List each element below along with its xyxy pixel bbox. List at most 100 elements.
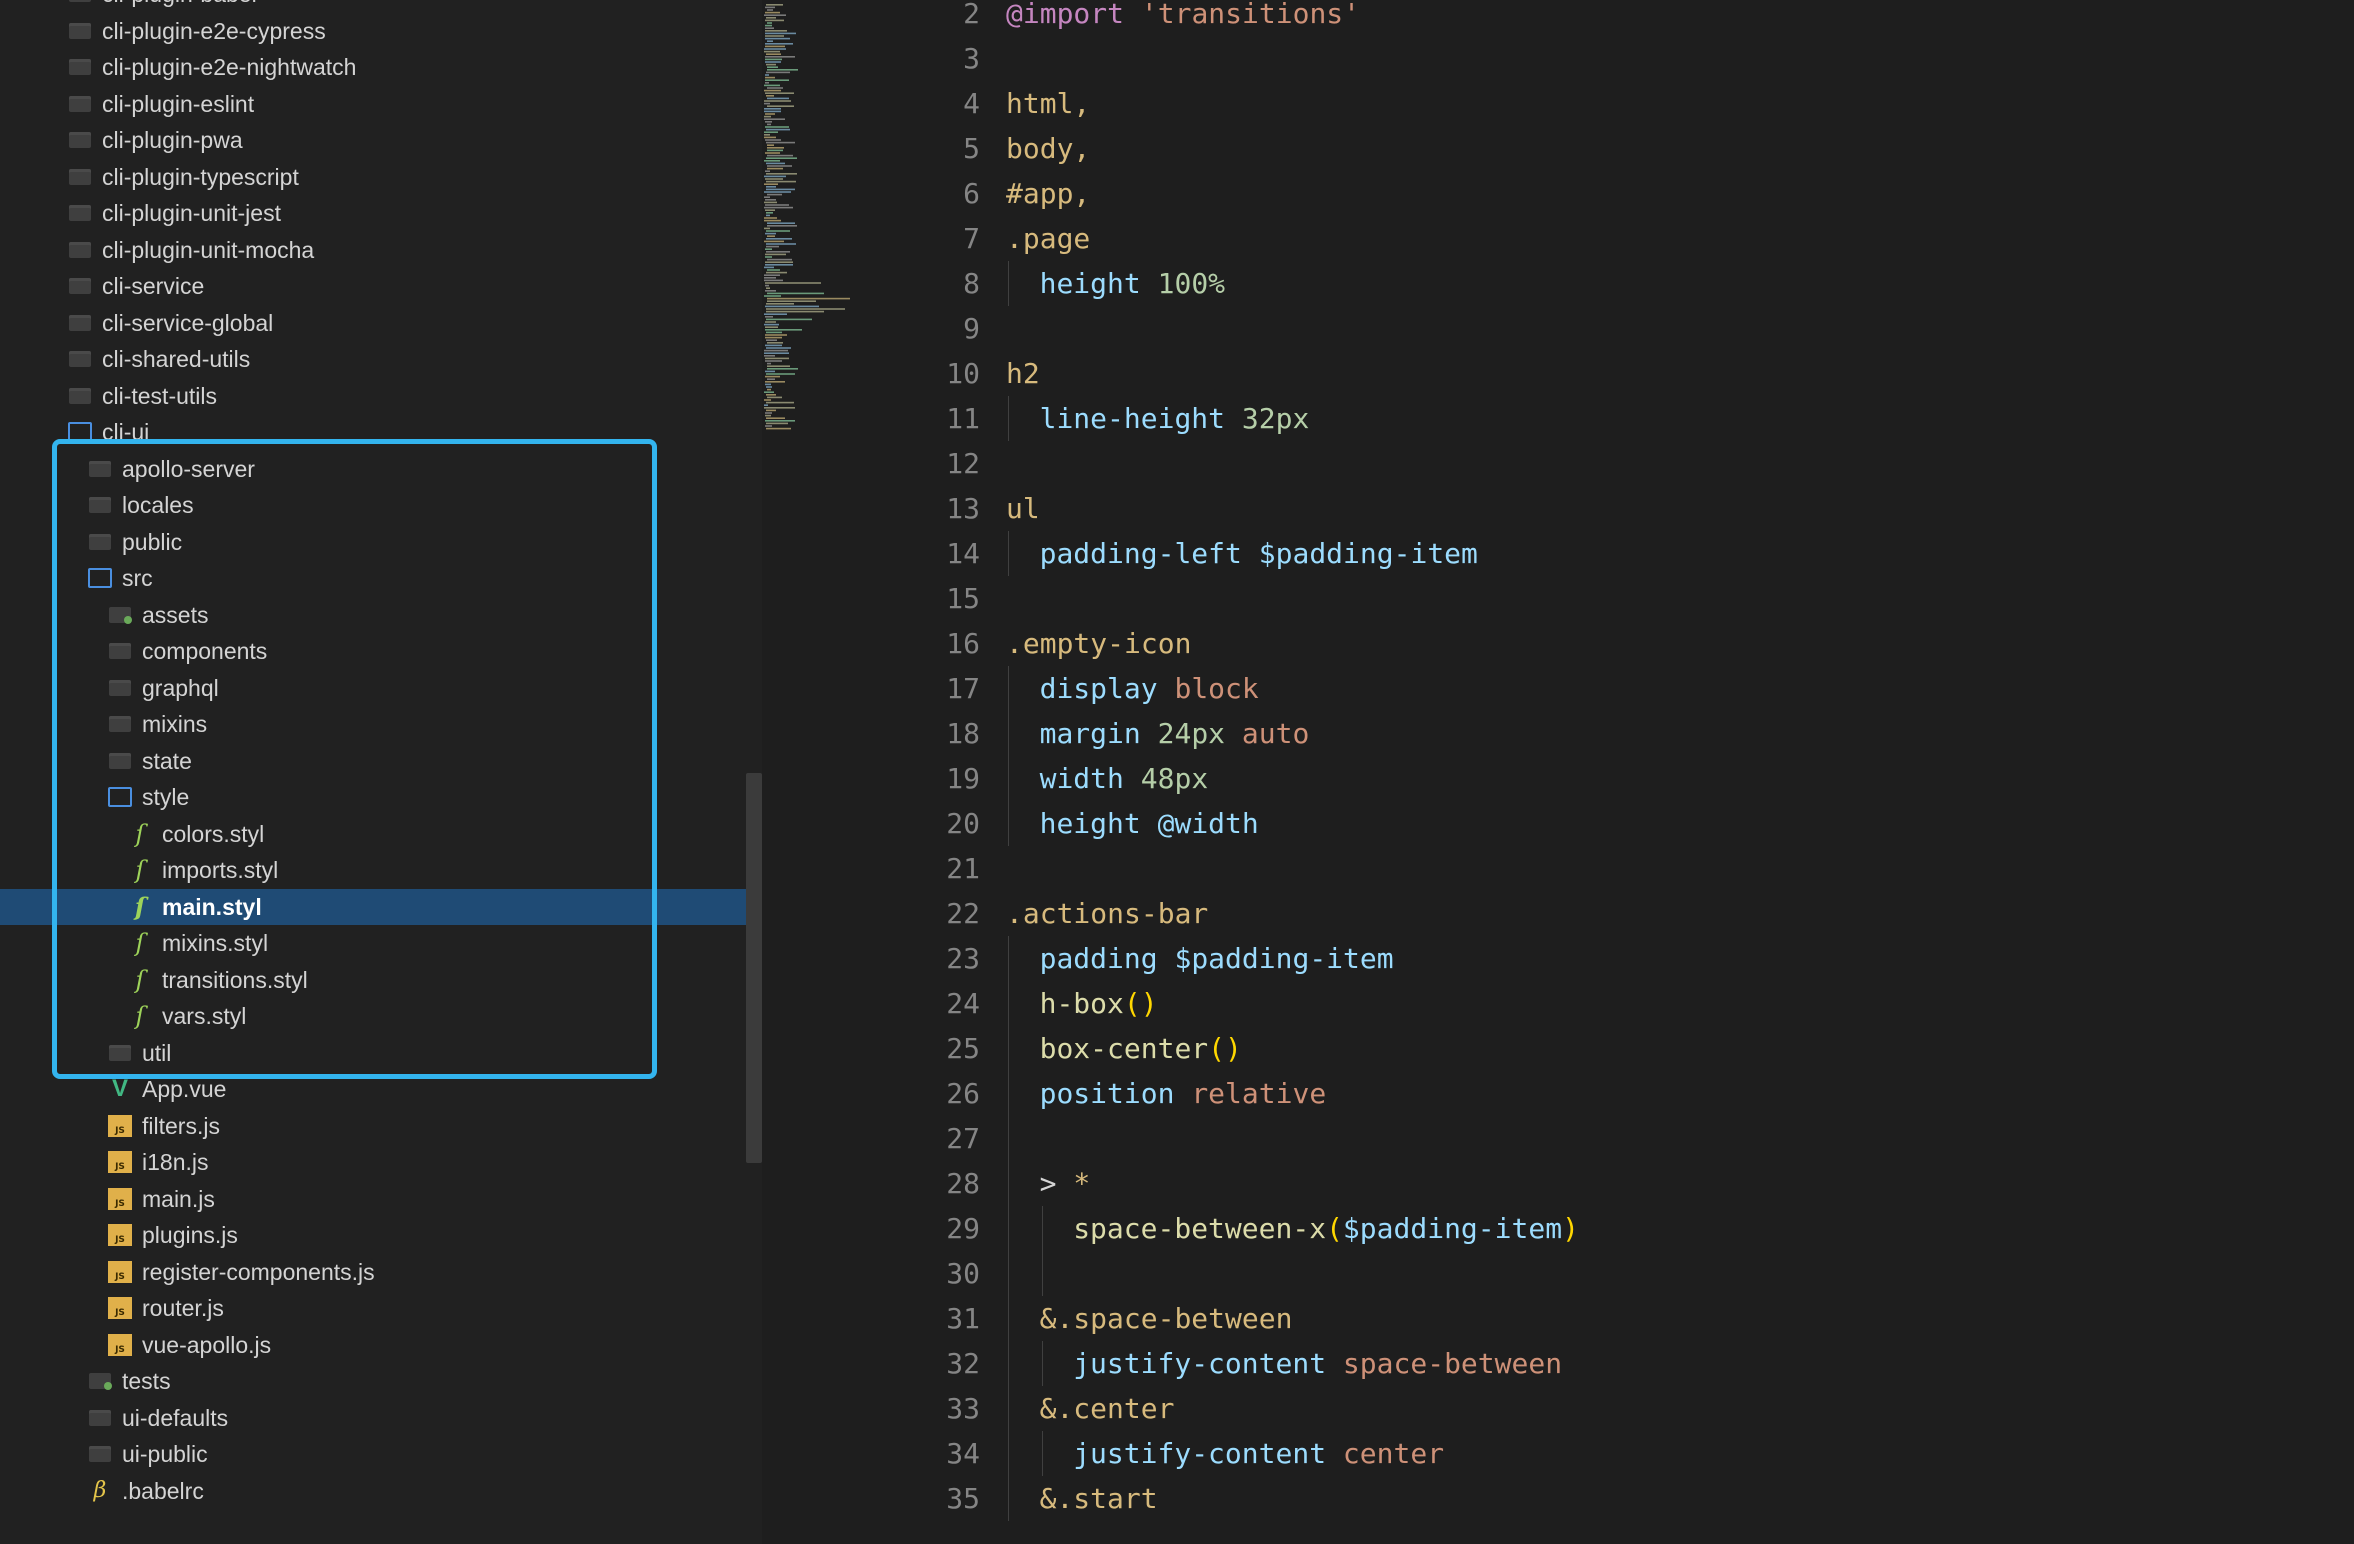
code-token: 32px xyxy=(1241,402,1310,435)
code-line[interactable]: padding-left $padding-item xyxy=(1006,531,2354,576)
tree-item[interactable]: JS filters.js xyxy=(0,1108,762,1145)
sidebar-scrollbar[interactable] xyxy=(746,773,762,1163)
code-token: @width xyxy=(1157,807,1259,840)
tree-item[interactable]: mixins xyxy=(0,706,762,743)
minimap-line xyxy=(766,230,790,232)
code-line[interactable]: > * xyxy=(1006,1161,2354,1206)
js-file-icon: JS xyxy=(108,1333,132,1356)
js-file-icon: JS xyxy=(108,1224,132,1247)
code-line[interactable]: &.start xyxy=(1006,1476,2354,1521)
code-line[interactable]: space-between-x($padding-item) xyxy=(1006,1206,2354,1251)
code-line[interactable]: justify-content space-between xyxy=(1006,1341,2354,1386)
indent-guide xyxy=(1008,981,1009,1026)
minimap-line xyxy=(766,157,797,159)
code-editor[interactable]: 2 3 4 5 6 7 8 9 10 11 12 13 14 15 16 17 18 19 20 21 22 23 24 25… xyxy=(880,0,2354,1544)
code-line[interactable] xyxy=(1006,36,2354,81)
tree-item-label: cli-plugin-unit-jest xyxy=(102,200,281,227)
tree-item-label: components xyxy=(142,638,268,665)
tree-item[interactable]: assets xyxy=(0,597,762,634)
tree-item[interactable]: cli-test-utils xyxy=(0,378,762,415)
code-line[interactable]: height 100% xyxy=(1006,261,2354,306)
tree-item[interactable]: ſ colors.styl xyxy=(0,816,762,853)
code-line[interactable] xyxy=(1006,306,2354,351)
tree-item[interactable]: locales xyxy=(0,487,762,524)
tree-item[interactable]: util xyxy=(0,1035,762,1072)
tree-item[interactable]: cli-plugin-babel xyxy=(0,0,762,13)
code-line[interactable]: .empty-icon xyxy=(1006,621,2354,666)
code-line[interactable]: height @width xyxy=(1006,801,2354,846)
tree-item[interactable]: cli-ui xyxy=(0,414,762,451)
code-line[interactable]: width 48px xyxy=(1006,756,2354,801)
tree-item[interactable]: src xyxy=(0,560,762,597)
tree-item[interactable]: public xyxy=(0,524,762,561)
file-explorer-sidebar[interactable]: cli-plugin-babel cli-plugin-e2e-cypress cl… xyxy=(0,0,762,1544)
code-line[interactable]: line-height 32px xyxy=(1006,396,2354,441)
tree-item[interactable]: β .babelrc xyxy=(0,1473,762,1510)
minimap[interactable] xyxy=(762,0,880,1544)
tree-item[interactable]: components xyxy=(0,633,762,670)
minimap-line xyxy=(764,323,779,326)
tree-item[interactable]: ſ imports.styl xyxy=(0,852,762,889)
code-token: > xyxy=(1039,1167,1074,1200)
code-line[interactable]: &.space-between xyxy=(1006,1296,2354,1341)
tree-item[interactable]: V App.vue xyxy=(0,1071,762,1108)
code-line[interactable]: justify-content center xyxy=(1006,1431,2354,1476)
tree-item[interactable]: cli-plugin-e2e-nightwatch xyxy=(0,49,762,86)
minimap-line xyxy=(767,105,794,107)
tree-item[interactable]: JS vue-apollo.js xyxy=(0,1327,762,1364)
tree-item[interactable]: ſ transitions.styl xyxy=(0,962,762,999)
code-line[interactable]: @import 'transitions' xyxy=(1006,0,2354,36)
code-line[interactable] xyxy=(1006,1116,2354,1161)
code-line[interactable]: .page xyxy=(1006,216,2354,261)
tree-item[interactable]: ui-defaults xyxy=(0,1400,762,1437)
tree-item[interactable]: cli-plugin-e2e-cypress xyxy=(0,13,762,50)
tree-item[interactable]: graphql xyxy=(0,670,762,707)
tree-item[interactable]: cli-plugin-pwa xyxy=(0,122,762,159)
tree-item[interactable]: ſ vars.styl xyxy=(0,998,762,1035)
code-line[interactable]: .actions-bar xyxy=(1006,891,2354,936)
code-line[interactable]: margin 24px auto xyxy=(1006,711,2354,756)
tree-item[interactable]: JS plugins.js xyxy=(0,1217,762,1254)
code-line[interactable]: position relative xyxy=(1006,1071,2354,1116)
code-line[interactable] xyxy=(1006,1251,2354,1296)
code-token: justify-content xyxy=(1073,1347,1327,1380)
tree-item[interactable]: cli-shared-utils xyxy=(0,341,762,378)
tree-item[interactable]: cli-plugin-typescript xyxy=(0,159,762,196)
code-line[interactable]: h2 xyxy=(1006,351,2354,396)
tree-item[interactable]: JS i18n.js xyxy=(0,1144,762,1181)
tree-item[interactable]: cli-service xyxy=(0,268,762,305)
code-area[interactable]: @import 'transitions' html, body, #app, .pag… xyxy=(1006,0,2354,1521)
code-line[interactable]: #app, xyxy=(1006,171,2354,216)
tree-item[interactable]: apollo-server xyxy=(0,451,762,488)
code-line[interactable]: box-center() xyxy=(1006,1026,2354,1071)
tree-item[interactable]: cli-plugin-eslint xyxy=(0,86,762,123)
minimap-line xyxy=(766,318,812,321)
code-line[interactable]: display block xyxy=(1006,666,2354,711)
code-line[interactable]: html, xyxy=(1006,81,2354,126)
tree-item[interactable]: JS register-components.js xyxy=(0,1254,762,1291)
code-line[interactable]: ul xyxy=(1006,486,2354,531)
code-line[interactable]: body, xyxy=(1006,126,2354,171)
tree-item[interactable]: JS main.js xyxy=(0,1181,762,1218)
tree-item[interactable]: state xyxy=(0,743,762,780)
code-line[interactable] xyxy=(1006,441,2354,486)
tree-item[interactable]: cli-plugin-unit-mocha xyxy=(0,232,762,269)
tree-item[interactable]: style xyxy=(0,779,762,816)
minimap-line xyxy=(767,40,773,42)
code-line[interactable]: &.center xyxy=(1006,1386,2354,1431)
tree-item[interactable]: ſ mixins.styl xyxy=(0,925,762,962)
code-line[interactable]: padding $padding-item xyxy=(1006,936,2354,981)
code-token: 'transitions' xyxy=(1140,0,1361,30)
tree-item[interactable]: ſ main.styl xyxy=(0,888,762,925)
folder-icon xyxy=(88,458,112,480)
tree-item[interactable]: cli-plugin-unit-jest xyxy=(0,195,762,232)
tree-item[interactable]: tests xyxy=(0,1363,762,1400)
minimap-line xyxy=(767,368,798,370)
code-line[interactable]: h-box() xyxy=(1006,981,2354,1026)
tree-item[interactable]: ui-public xyxy=(0,1436,762,1473)
tree-item[interactable]: JS router.js xyxy=(0,1290,762,1327)
code-line[interactable] xyxy=(1006,576,2354,621)
tree-item-label: main.styl xyxy=(162,893,262,920)
code-line[interactable] xyxy=(1006,846,2354,891)
tree-item[interactable]: cli-service-global xyxy=(0,305,762,342)
